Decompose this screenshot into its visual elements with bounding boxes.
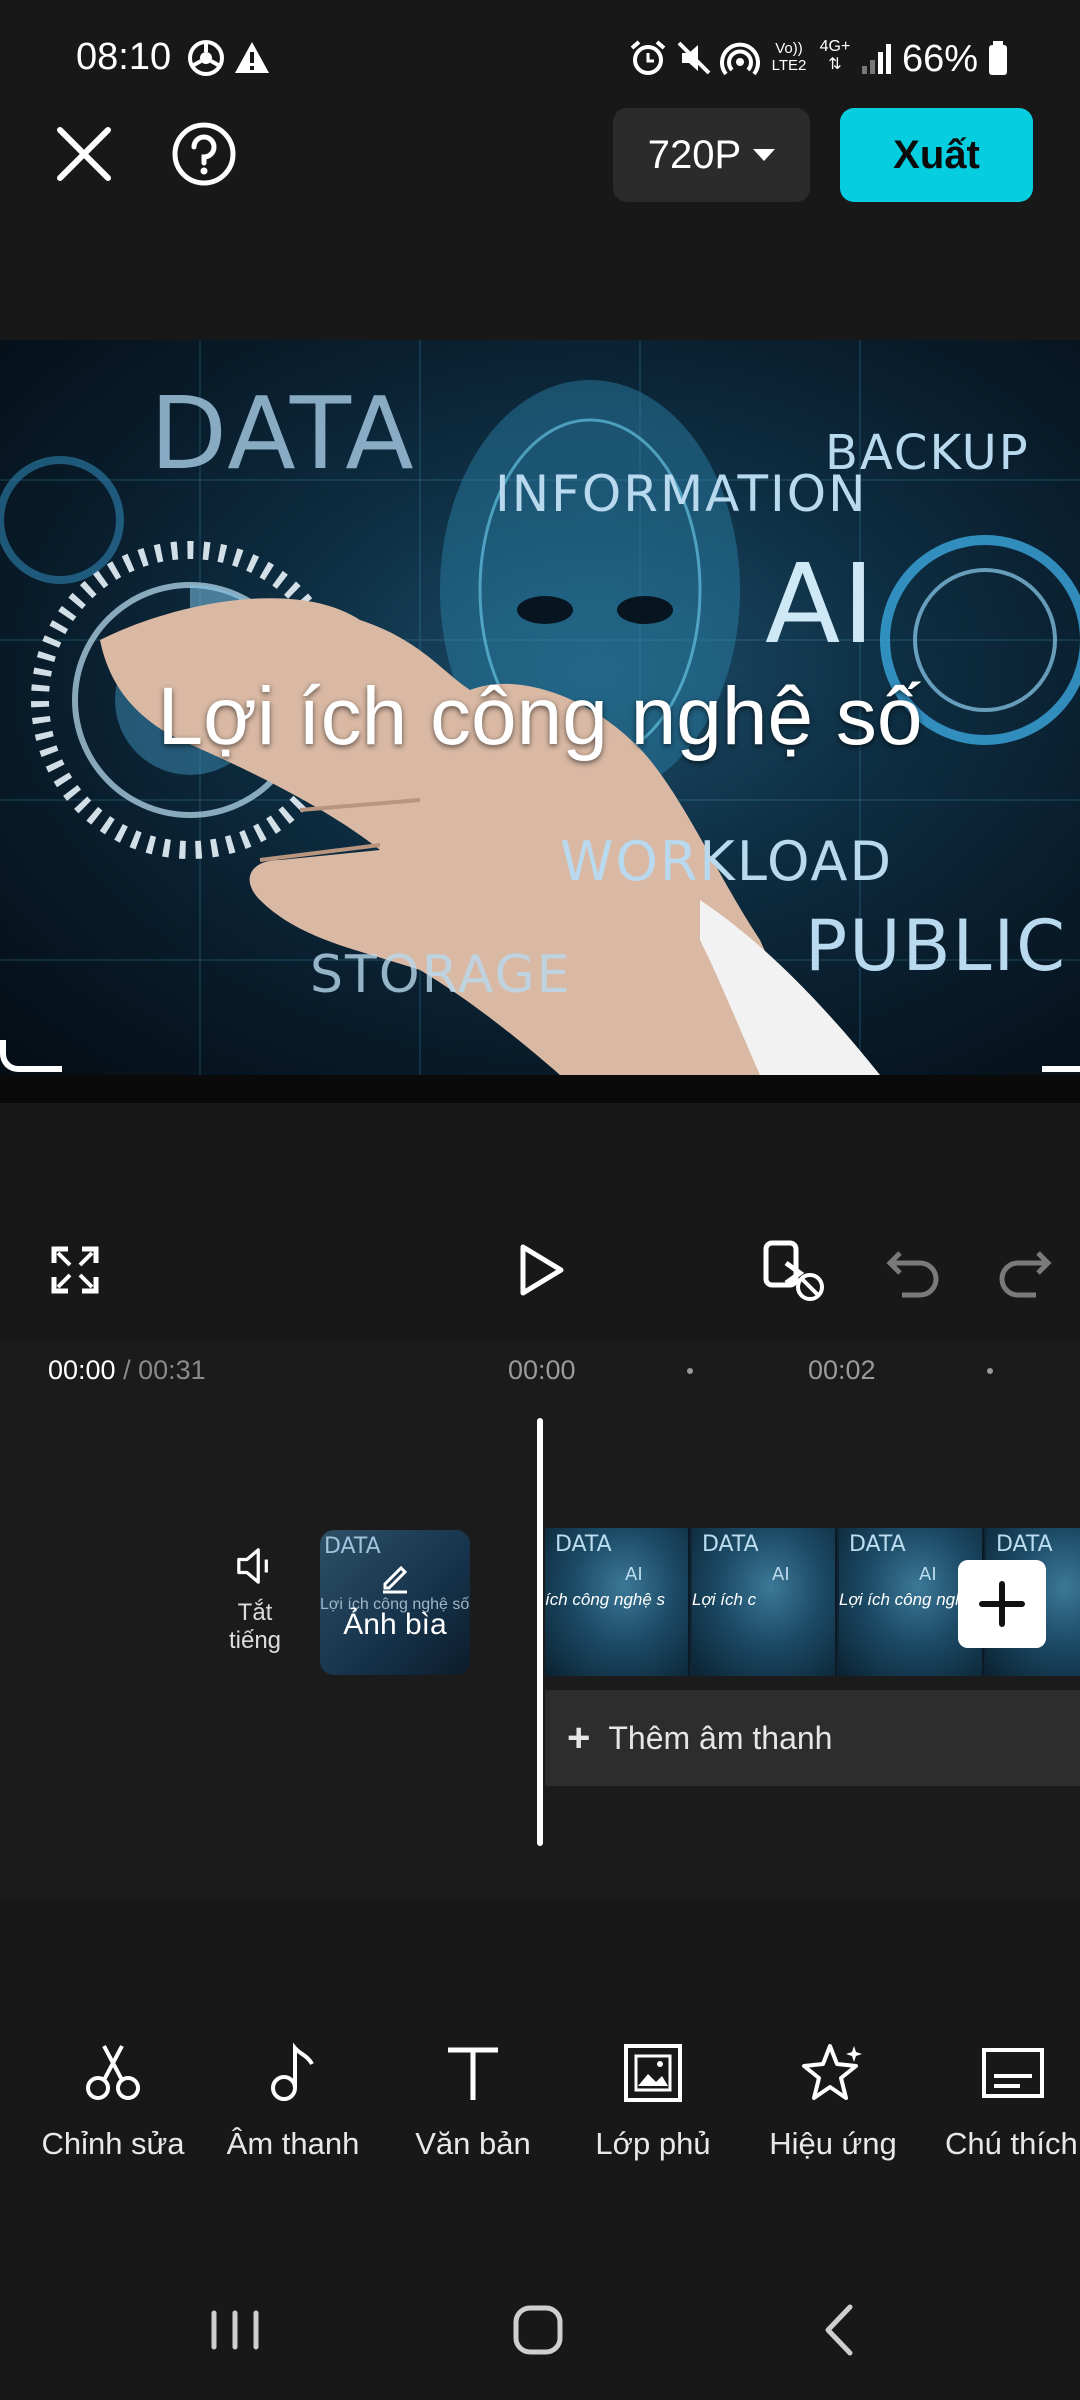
clip-frame: DATA AI Lợi ích c (692, 1528, 837, 1676)
cover-bg-word: DATA (324, 1534, 381, 1559)
frame-word: AI (919, 1564, 937, 1585)
battery-icon (989, 41, 1007, 75)
tool-edit[interactable]: Chỉnh sửa (23, 2040, 203, 2162)
preview-word: AI (765, 540, 877, 668)
mute-label: Tắt tiếng (228, 1599, 282, 1654)
scissors-icon (86, 2045, 140, 2100)
keyframe-disabled-icon[interactable] (758, 1235, 828, 1305)
tool-text[interactable]: Văn bản (383, 2040, 563, 2162)
undo-icon[interactable] (880, 1235, 950, 1305)
cover-thumbnail[interactable]: DATA Lợi ích công nghệ số Ảnh bìa (320, 1530, 470, 1675)
ruler-label: 00:00 (508, 1355, 576, 1385)
hotspot-icon (720, 42, 760, 76)
frame-title: ích công nghệ s (545, 1590, 666, 1609)
network-type-label: 4G+ (819, 38, 851, 55)
overlay-icon (624, 2044, 682, 2102)
frame-word: DATA (849, 1532, 906, 1557)
recent-apps-icon[interactable] (200, 2295, 270, 2365)
tool-overlay[interactable]: Lớp phủ (563, 2040, 743, 2162)
playhead[interactable] (537, 1418, 543, 1846)
video-preview[interactable]: DATA INFORMATION BACKUP AI WORKLOAD PUBL… (0, 340, 1080, 1075)
frame-word: AI (625, 1564, 643, 1585)
add-audio-label: Thêm âm thanh (608, 1719, 833, 1756)
captions-icon (982, 2048, 1044, 2098)
home-icon[interactable] (503, 2295, 573, 2365)
add-audio-button[interactable]: + Thêm âm thanh (545, 1690, 1080, 1786)
tool-label: Chú thích (945, 2126, 1078, 2161)
ruler-label: 00:02 (808, 1355, 876, 1385)
bottom-toolbar: Chỉnh sửa Âm thanh Văn bản Lớp phủ Hiệu … (0, 2040, 1080, 2240)
crop-handle-right[interactable] (1042, 1040, 1080, 1072)
crop-handle-left[interactable] (0, 1040, 62, 1072)
warning-icon (235, 42, 269, 73)
plus-icon: + (567, 1715, 591, 1760)
time-readout: 00:00 / 00:31 (48, 1355, 206, 1386)
play-icon[interactable] (505, 1235, 575, 1305)
back-icon[interactable] (806, 2295, 876, 2365)
close-button[interactable] (52, 122, 116, 186)
frame-word: DATA (555, 1532, 612, 1557)
chevron-down-icon (753, 149, 776, 161)
effects-star-icon (802, 2044, 862, 2100)
preview-word: INFORMATION (495, 465, 868, 523)
add-clip-button[interactable] (958, 1560, 1046, 1648)
redo-icon[interactable] (988, 1235, 1058, 1305)
tool-label: Văn bản (415, 2126, 531, 2161)
tool-label: Lớp phủ (595, 2126, 711, 2161)
frame-title: Lợi ích c (692, 1590, 757, 1609)
frame-word: DATA (702, 1532, 759, 1557)
tool-label: Âm thanh (226, 2126, 360, 2161)
music-note-icon (271, 2042, 314, 2101)
battery-percent: 66% (902, 38, 979, 80)
preview-word: STORAGE (310, 945, 572, 1005)
preview-word: PUBLIC (805, 905, 1067, 987)
cover-label: Ảnh bìa (343, 1608, 447, 1641)
total-time: / 00:31 (123, 1355, 206, 1385)
volte-line-1: Vo)) (775, 40, 803, 57)
preview-word: BACKUP (825, 425, 1030, 481)
tool-label: Chỉnh sửa (41, 2126, 185, 2161)
signal-icon (862, 44, 891, 74)
frame-word: DATA (996, 1532, 1053, 1557)
clip-frame: DATA AI ích công nghệ s (545, 1528, 690, 1676)
preview-word: WORKLOAD (560, 830, 894, 893)
speaker-icon (237, 1548, 268, 1584)
current-time: 00:00 (48, 1355, 116, 1385)
mute-track-button[interactable]: Tắt tiếng (220, 1545, 290, 1655)
4g-icon: 4G+ ⇅ (816, 38, 854, 74)
tool-audio[interactable]: Âm thanh (203, 2040, 383, 2162)
volte-line-2: LTE2 (771, 57, 807, 74)
ruler-tick (987, 1368, 993, 1374)
status-bar: 08:10 Vo)) LTE2 4G+ ⇅ 66% (0, 0, 1080, 120)
tool-effects[interactable]: Hiệu ứng (743, 2040, 923, 2162)
tool-label: Hiệu ứng (769, 2126, 897, 2161)
frame-word: AI (772, 1564, 790, 1585)
preview-word: DATA (150, 375, 416, 492)
preview-letterbox (0, 1075, 1080, 1103)
fullscreen-icon[interactable] (40, 1235, 110, 1305)
chrome-icon (188, 40, 224, 76)
status-time: 08:10 (76, 36, 172, 78)
help-button[interactable] (170, 120, 238, 188)
resolution-dropdown[interactable]: 720P (613, 108, 810, 202)
data-arrows: ⇅ (828, 56, 842, 73)
export-button[interactable]: Xuất (840, 108, 1033, 202)
pencil-icon (383, 1565, 408, 1594)
volte-icon: Vo)) LTE2 (768, 40, 810, 74)
mute-icon (677, 41, 711, 75)
ruler-tick (687, 1368, 693, 1374)
text-icon (448, 2047, 498, 2100)
tool-captions[interactable]: Chú thích (923, 2040, 1080, 2162)
resolution-value: 720P (647, 132, 742, 177)
preview-overlay-title[interactable]: Lợi ích công nghệ số (0, 670, 1080, 764)
alarm-icon (630, 40, 666, 75)
